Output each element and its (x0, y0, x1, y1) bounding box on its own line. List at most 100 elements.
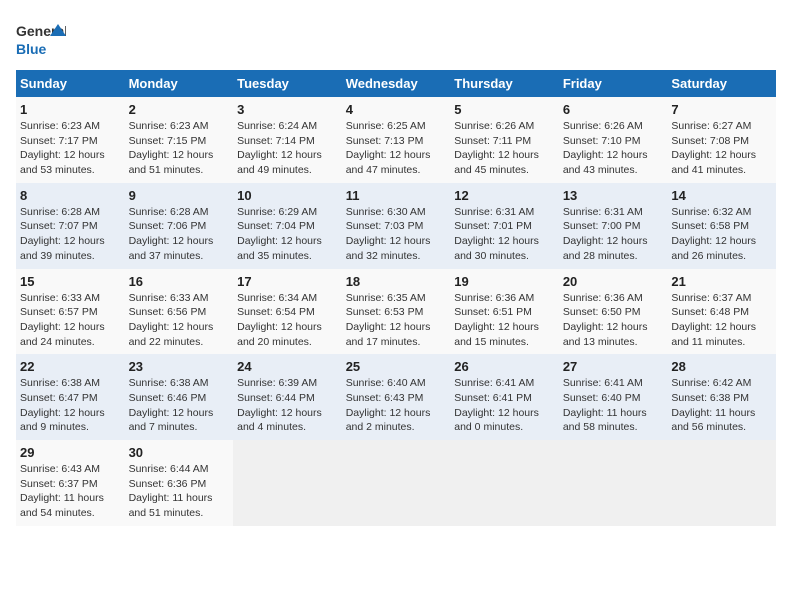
daylight-label: Daylight: 11 hours and 56 minutes. (671, 407, 755, 434)
sunset-label: Sunset: 7:03 PM (346, 220, 424, 232)
daylight-label: Daylight: 12 hours and 41 minutes. (671, 149, 756, 176)
calendar-cell: 26 Sunrise: 6:41 AM Sunset: 6:41 PM Dayl… (450, 354, 559, 440)
day-info: Sunrise: 6:26 AM Sunset: 7:10 PM Dayligh… (563, 119, 664, 178)
svg-text:Blue: Blue (16, 41, 47, 57)
sunrise-label: Sunrise: 6:42 AM (671, 377, 751, 389)
sunrise-label: Sunrise: 6:41 AM (454, 377, 534, 389)
day-number: 4 (346, 102, 447, 117)
calendar-cell: 2 Sunrise: 6:23 AM Sunset: 7:15 PM Dayli… (125, 97, 234, 183)
daylight-label: Daylight: 12 hours and 24 minutes. (20, 321, 105, 348)
sunset-label: Sunset: 7:15 PM (129, 135, 207, 147)
day-info: Sunrise: 6:42 AM Sunset: 6:38 PM Dayligh… (671, 376, 772, 435)
sunrise-label: Sunrise: 6:36 AM (563, 292, 643, 304)
sunset-label: Sunset: 6:56 PM (129, 306, 207, 318)
sunset-label: Sunset: 6:54 PM (237, 306, 315, 318)
sunset-label: Sunset: 6:37 PM (20, 478, 98, 490)
day-number: 13 (563, 188, 664, 203)
calendar-cell: 30 Sunrise: 6:44 AM Sunset: 6:36 PM Dayl… (125, 440, 234, 526)
day-info: Sunrise: 6:32 AM Sunset: 6:58 PM Dayligh… (671, 205, 772, 264)
calendar-week-row: 29 Sunrise: 6:43 AM Sunset: 6:37 PM Dayl… (16, 440, 776, 526)
calendar-cell: 17 Sunrise: 6:34 AM Sunset: 6:54 PM Dayl… (233, 269, 342, 355)
day-number: 16 (129, 274, 230, 289)
day-number: 19 (454, 274, 555, 289)
day-info: Sunrise: 6:28 AM Sunset: 7:06 PM Dayligh… (129, 205, 230, 264)
daylight-label: Daylight: 12 hours and 37 minutes. (129, 235, 214, 262)
day-info: Sunrise: 6:27 AM Sunset: 7:08 PM Dayligh… (671, 119, 772, 178)
calendar-cell: 6 Sunrise: 6:26 AM Sunset: 7:10 PM Dayli… (559, 97, 668, 183)
sunrise-label: Sunrise: 6:33 AM (129, 292, 209, 304)
calendar-cell: 21 Sunrise: 6:37 AM Sunset: 6:48 PM Dayl… (667, 269, 776, 355)
calendar-cell: 23 Sunrise: 6:38 AM Sunset: 6:46 PM Dayl… (125, 354, 234, 440)
calendar-cell: 3 Sunrise: 6:24 AM Sunset: 7:14 PM Dayli… (233, 97, 342, 183)
day-number: 26 (454, 359, 555, 374)
day-info: Sunrise: 6:38 AM Sunset: 6:46 PM Dayligh… (129, 376, 230, 435)
day-info: Sunrise: 6:33 AM Sunset: 6:57 PM Dayligh… (20, 291, 121, 350)
sunrise-label: Sunrise: 6:35 AM (346, 292, 426, 304)
day-number: 9 (129, 188, 230, 203)
day-number: 8 (20, 188, 121, 203)
calendar-cell: 4 Sunrise: 6:25 AM Sunset: 7:13 PM Dayli… (342, 97, 451, 183)
day-number: 2 (129, 102, 230, 117)
calendar-week-row: 22 Sunrise: 6:38 AM Sunset: 6:47 PM Dayl… (16, 354, 776, 440)
day-info: Sunrise: 6:44 AM Sunset: 6:36 PM Dayligh… (129, 462, 230, 521)
sunrise-label: Sunrise: 6:29 AM (237, 206, 317, 218)
day-number: 10 (237, 188, 338, 203)
day-info: Sunrise: 6:41 AM Sunset: 6:41 PM Dayligh… (454, 376, 555, 435)
day-number: 12 (454, 188, 555, 203)
sunset-label: Sunset: 7:01 PM (454, 220, 532, 232)
day-number: 3 (237, 102, 338, 117)
calendar-cell (559, 440, 668, 526)
sunset-label: Sunset: 6:51 PM (454, 306, 532, 318)
daylight-label: Daylight: 12 hours and 32 minutes. (346, 235, 431, 262)
sunset-label: Sunset: 7:14 PM (237, 135, 315, 147)
calendar-cell (233, 440, 342, 526)
sunset-label: Sunset: 7:07 PM (20, 220, 98, 232)
calendar-cell: 1 Sunrise: 6:23 AM Sunset: 7:17 PM Dayli… (16, 97, 125, 183)
sunrise-label: Sunrise: 6:32 AM (671, 206, 751, 218)
sunset-label: Sunset: 6:48 PM (671, 306, 749, 318)
day-number: 23 (129, 359, 230, 374)
sunset-label: Sunset: 6:43 PM (346, 392, 424, 404)
calendar-cell (450, 440, 559, 526)
calendar-day-header: Monday (125, 70, 234, 97)
sunset-label: Sunset: 6:36 PM (129, 478, 207, 490)
calendar-cell: 14 Sunrise: 6:32 AM Sunset: 6:58 PM Dayl… (667, 183, 776, 269)
calendar-cell: 18 Sunrise: 6:35 AM Sunset: 6:53 PM Dayl… (342, 269, 451, 355)
sunrise-label: Sunrise: 6:40 AM (346, 377, 426, 389)
day-number: 14 (671, 188, 772, 203)
daylight-label: Daylight: 12 hours and 28 minutes. (563, 235, 648, 262)
sunset-label: Sunset: 6:38 PM (671, 392, 749, 404)
sunrise-label: Sunrise: 6:39 AM (237, 377, 317, 389)
sunrise-label: Sunrise: 6:44 AM (129, 463, 209, 475)
calendar-cell: 16 Sunrise: 6:33 AM Sunset: 6:56 PM Dayl… (125, 269, 234, 355)
day-info: Sunrise: 6:39 AM Sunset: 6:44 PM Dayligh… (237, 376, 338, 435)
calendar-week-row: 1 Sunrise: 6:23 AM Sunset: 7:17 PM Dayli… (16, 97, 776, 183)
day-number: 20 (563, 274, 664, 289)
calendar-table: SundayMondayTuesdayWednesdayThursdayFrid… (16, 70, 776, 526)
daylight-label: Daylight: 12 hours and 11 minutes. (671, 321, 756, 348)
sunrise-label: Sunrise: 6:31 AM (563, 206, 643, 218)
sunrise-label: Sunrise: 6:43 AM (20, 463, 100, 475)
sunset-label: Sunset: 7:11 PM (454, 135, 531, 147)
calendar-cell: 19 Sunrise: 6:36 AM Sunset: 6:51 PM Dayl… (450, 269, 559, 355)
day-number: 1 (20, 102, 121, 117)
calendar-day-header: Friday (559, 70, 668, 97)
daylight-label: Daylight: 12 hours and 20 minutes. (237, 321, 322, 348)
day-number: 11 (346, 188, 447, 203)
sunrise-label: Sunrise: 6:38 AM (20, 377, 100, 389)
calendar-cell: 11 Sunrise: 6:30 AM Sunset: 7:03 PM Dayl… (342, 183, 451, 269)
calendar-cell: 15 Sunrise: 6:33 AM Sunset: 6:57 PM Dayl… (16, 269, 125, 355)
sunset-label: Sunset: 7:13 PM (346, 135, 424, 147)
calendar-day-header: Sunday (16, 70, 125, 97)
calendar-cell: 13 Sunrise: 6:31 AM Sunset: 7:00 PM Dayl… (559, 183, 668, 269)
calendar-cell: 20 Sunrise: 6:36 AM Sunset: 6:50 PM Dayl… (559, 269, 668, 355)
daylight-label: Daylight: 11 hours and 51 minutes. (129, 492, 213, 519)
daylight-label: Daylight: 12 hours and 4 minutes. (237, 407, 322, 434)
daylight-label: Daylight: 11 hours and 54 minutes. (20, 492, 104, 519)
sunset-label: Sunset: 7:08 PM (671, 135, 749, 147)
sunrise-label: Sunrise: 6:26 AM (563, 120, 643, 132)
sunset-label: Sunset: 7:06 PM (129, 220, 207, 232)
daylight-label: Daylight: 12 hours and 43 minutes. (563, 149, 648, 176)
day-info: Sunrise: 6:26 AM Sunset: 7:11 PM Dayligh… (454, 119, 555, 178)
day-info: Sunrise: 6:43 AM Sunset: 6:37 PM Dayligh… (20, 462, 121, 521)
